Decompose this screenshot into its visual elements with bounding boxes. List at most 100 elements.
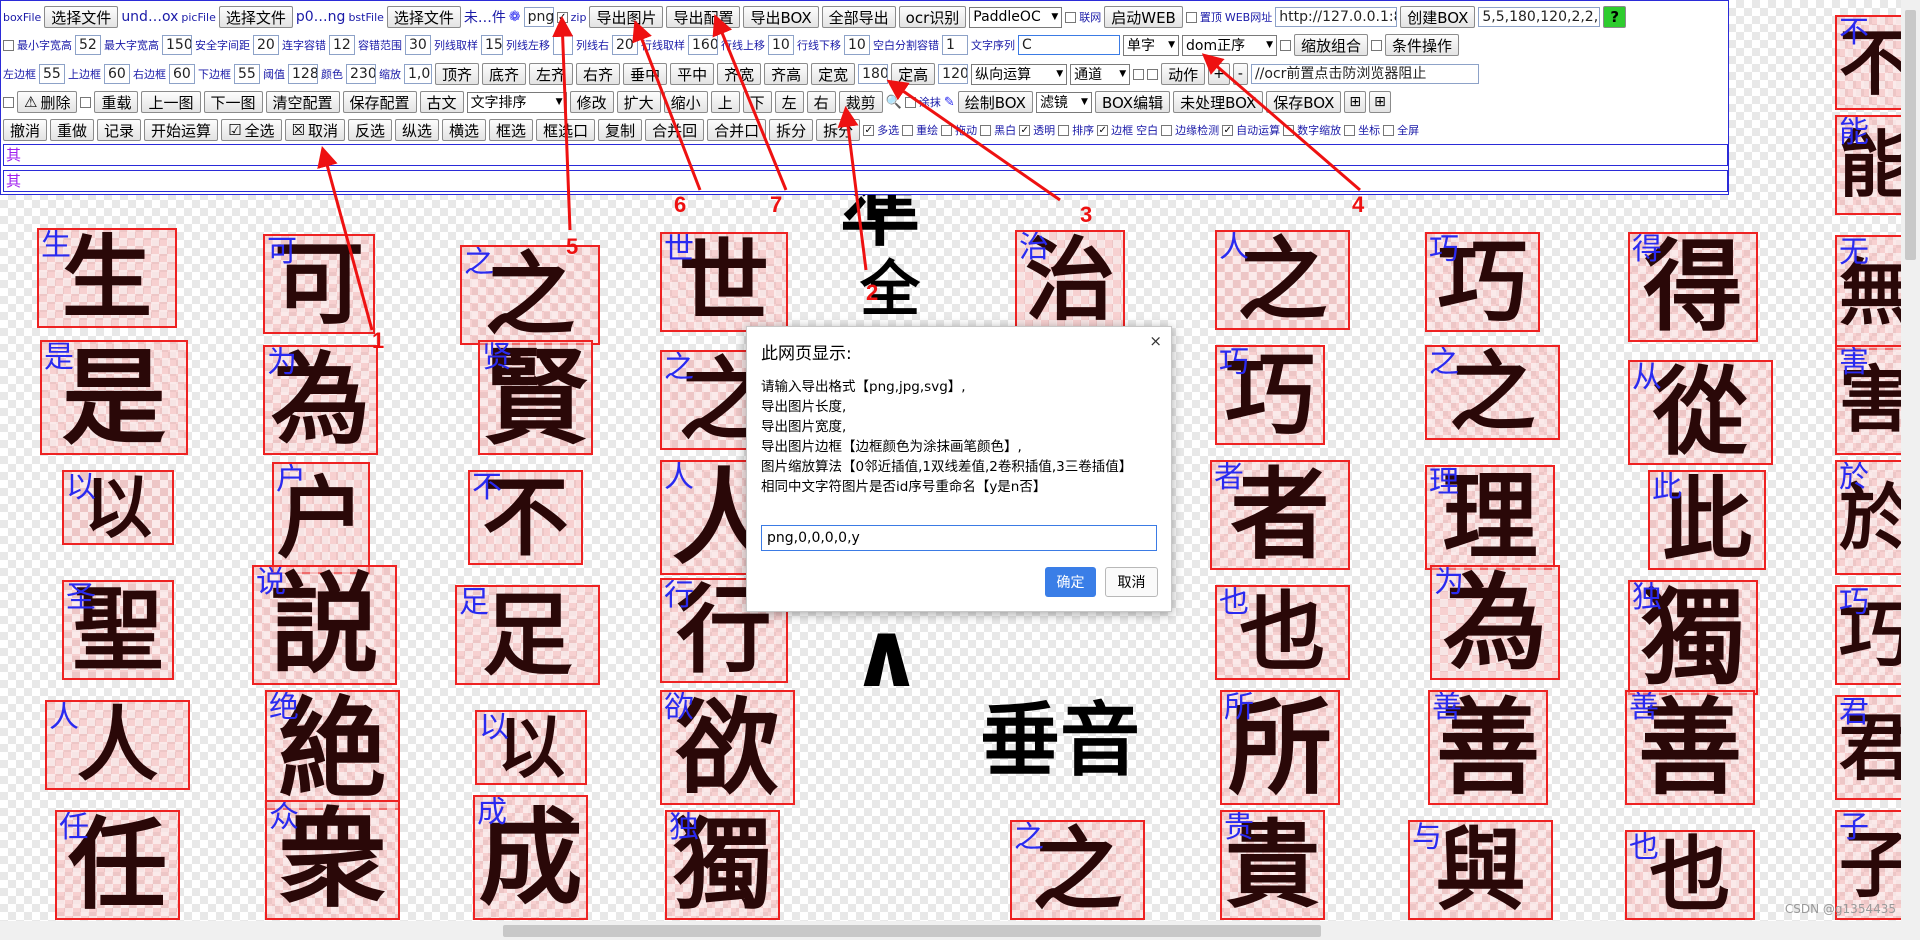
edge-detect-checkbox[interactable]	[1161, 124, 1173, 136]
magnifier-icon[interactable]: 🔍	[886, 95, 902, 110]
char-box[interactable]: 之之	[1010, 820, 1145, 920]
ok-button[interactable]: 确定	[1045, 567, 1096, 597]
char-box[interactable]: 以以	[475, 710, 587, 785]
dialog-input[interactable]: png,0,0,0,0,y	[761, 525, 1157, 551]
char-box[interactable]: 善善	[1428, 690, 1548, 805]
top-box-input[interactable]: 60	[104, 64, 130, 84]
cond-op-button[interactable]: 条件操作	[1385, 34, 1460, 56]
start-web-button[interactable]: 启动WEB	[1104, 6, 1183, 28]
save-config-button[interactable]: 保存配置	[342, 91, 417, 113]
source-out-checkbox[interactable]	[1147, 68, 1159, 80]
split-button-2[interactable]: 拆分	[816, 119, 861, 141]
bottom-box-input[interactable]: 55	[234, 64, 260, 84]
char-box[interactable]: 絶绝	[265, 690, 400, 810]
vcenter-button[interactable]: 垂中	[623, 63, 668, 85]
invert-select-button[interactable]: 反选	[348, 119, 393, 141]
export-box-button[interactable]: 导出BOX	[743, 6, 819, 28]
sort-checkbox[interactable]	[1058, 124, 1070, 136]
char-box[interactable]: 之人	[1215, 230, 1350, 330]
vertical-calc-select[interactable]: 纵向运算	[971, 63, 1068, 85]
text-line-1[interactable]: 其	[3, 144, 1728, 166]
clear-config-button[interactable]: 清空配置	[265, 91, 340, 113]
box-edit-button[interactable]: BOX编辑	[1094, 91, 1171, 113]
paint-checkbox[interactable]	[904, 96, 916, 108]
char-box[interactable]: 獨独	[1628, 580, 1758, 695]
format-input[interactable]: png	[523, 7, 554, 27]
align-left-button[interactable]: 左齐	[529, 63, 574, 85]
char-box[interactable]: 任任	[55, 810, 180, 920]
char-box[interactable]: 賢贤	[478, 340, 593, 455]
down-button[interactable]: 下	[742, 91, 772, 113]
char-box[interactable]: 獨独	[665, 810, 780, 920]
coords-checkbox[interactable]	[1344, 124, 1356, 136]
pen-icon[interactable]: ✎	[944, 95, 955, 110]
align-width-button[interactable]: 齐宽	[717, 63, 762, 85]
shrink-button[interactable]: 缩小	[663, 91, 708, 113]
modify-button[interactable]: 修改	[569, 91, 614, 113]
char-box[interactable]: 所所	[1220, 690, 1340, 805]
hcenter-button[interactable]: 平中	[670, 63, 715, 85]
row-down-input[interactable]: 10	[844, 35, 870, 55]
single-char-select[interactable]: 单字	[1123, 34, 1179, 56]
left-box-input[interactable]: 55	[39, 64, 65, 84]
web-url-input[interactable]: http://127.0.0.1:80	[1275, 7, 1398, 27]
blank-split-input[interactable]: 1	[942, 35, 968, 55]
char-box[interactable]: 之之	[460, 245, 600, 345]
right-box-input[interactable]: 60	[169, 64, 195, 84]
char-box[interactable]: 欲欲	[660, 690, 795, 805]
align-bottom-button[interactable]: 底齐	[482, 63, 527, 85]
char-box[interactable]: 善善	[1625, 690, 1755, 805]
ocr-engine-select[interactable]: PaddleOC	[969, 6, 1063, 28]
export-all-button[interactable]: 全部导出	[821, 6, 896, 28]
char-box[interactable]: 説说	[252, 565, 397, 685]
char-box[interactable]: 也也	[1215, 585, 1350, 680]
num-scale-checkbox[interactable]	[1283, 124, 1295, 136]
char-box[interactable]: 與与	[1408, 820, 1553, 920]
box-params-input[interactable]: 5,5,180,120,2,2,0,	[1478, 7, 1601, 27]
char-box[interactable]: 治治	[1015, 230, 1125, 330]
next-image-button[interactable]: 下一图	[203, 91, 263, 113]
char-box[interactable]: 巧巧	[1425, 232, 1540, 332]
vertical-scrollbar[interactable]	[1901, 0, 1920, 921]
unprocessed-box-button[interactable]: 未处理BOX	[1173, 91, 1264, 113]
char-box[interactable]: 户户	[272, 462, 370, 574]
zoom-combo-button[interactable]: 缩放组合	[1294, 34, 1369, 56]
classic-button[interactable]: 古文	[419, 91, 464, 113]
redo-button[interactable]: 重做	[50, 119, 95, 141]
prev-image-button[interactable]: 上一图	[141, 91, 201, 113]
char-box[interactable]: 貴贵	[1220, 810, 1325, 920]
zoom-combo-checkbox[interactable]	[1280, 39, 1291, 51]
col-take-input[interactable]: 15	[481, 35, 503, 55]
minus-button[interactable]: -	[1232, 63, 1248, 85]
box-select-button[interactable]: 框选	[489, 119, 534, 141]
vertical-scroll-thumb[interactable]	[1905, 10, 1916, 260]
export-image-button[interactable]: 导出图片	[589, 6, 664, 28]
char-box[interactable]: 是是	[40, 340, 188, 455]
record-button[interactable]: 记录	[97, 119, 142, 141]
up-button[interactable]: 上	[710, 91, 740, 113]
merge-window-button[interactable]: 合并口	[707, 119, 767, 141]
copy-button[interactable]: 复制	[598, 119, 643, 141]
char-box[interactable]: 巧巧	[1215, 345, 1325, 445]
transparent-checkbox[interactable]	[1019, 124, 1031, 136]
plus-button[interactable]: +	[1208, 63, 1230, 85]
merge-button[interactable]: 合并回	[645, 119, 705, 141]
delete-button[interactable]: ⚠ 删除	[17, 91, 78, 113]
drag-checkbox[interactable]	[941, 124, 953, 136]
show-checkbox[interactable]	[1133, 68, 1145, 80]
picfile-choose-button[interactable]: 选择文件	[218, 6, 293, 28]
fix-width-button[interactable]: 定宽	[811, 63, 856, 85]
fix-width-input[interactable]: 180	[858, 64, 889, 84]
cancel-select-button[interactable]: ☒ 取消	[284, 119, 345, 141]
reload-checkbox[interactable]	[80, 96, 92, 108]
row-up-input[interactable]: 10	[768, 35, 794, 55]
ocr-button[interactable]: ocr识别	[898, 6, 967, 28]
multi-select-checkbox[interactable]	[863, 124, 875, 136]
char-box[interactable]: 為为	[1430, 565, 1560, 680]
border-checkbox[interactable]	[1097, 124, 1109, 136]
col-right-input[interactable]: 20	[612, 35, 638, 55]
tol-range-input[interactable]: 30	[405, 35, 431, 55]
align-top-button[interactable]: 顶齐	[435, 63, 480, 85]
align-height-button[interactable]: 齐高	[764, 63, 809, 85]
char-box[interactable]: 世世	[660, 232, 788, 332]
